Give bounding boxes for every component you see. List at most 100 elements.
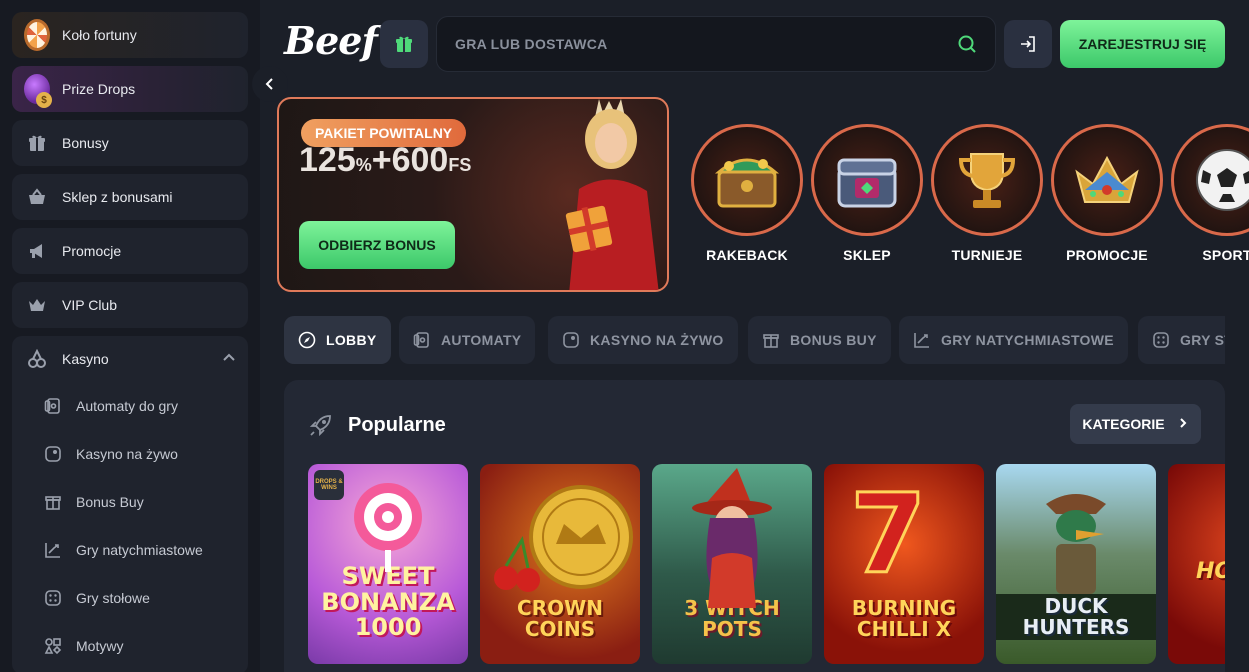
shop-chest-icon	[811, 124, 923, 236]
slot-cards-icon	[413, 331, 431, 349]
trophy-icon	[931, 124, 1043, 236]
sidebar-item-label: Prize Drops	[62, 81, 136, 97]
game-title: BURNING CHILLI X	[851, 596, 957, 641]
category-shop[interactable]: SKLEP	[811, 124, 923, 263]
sidebar-item-promotions[interactable]: Promocje	[12, 228, 248, 274]
categories-button-label: KATEGORIE	[1082, 416, 1165, 432]
gift-outline-icon	[762, 331, 780, 349]
sidebar-item-vip-club[interactable]: VIP Club	[12, 282, 248, 328]
category-label: RAKEBACK	[706, 247, 788, 263]
sidebar: Koło fortuny Prize Drops Bonusy Sklep z …	[0, 0, 260, 672]
sidebar-item-label: Sklep z bonusami	[62, 189, 173, 205]
game-title: DUCK HUNTERS	[996, 594, 1156, 640]
category-tournaments[interactable]: TURNIEJE	[931, 124, 1043, 263]
tab-instant-games[interactable]: GRY NATYCHMIASTOWE	[899, 316, 1128, 364]
game-title: CROWN COINS	[517, 596, 603, 641]
brand-logo[interactable]: Beef	[284, 18, 378, 63]
login-button[interactable]	[1004, 20, 1052, 68]
prize-drops-icon	[24, 74, 52, 108]
crown-icon	[24, 292, 50, 318]
claim-bonus-button[interactable]: ODBIERZ BONUS	[299, 221, 455, 269]
treasure-chest-icon	[691, 124, 803, 236]
sidebar-group-casino: Kasyno Automaty do gry Kasyno na żywo Bo…	[12, 336, 248, 672]
compass-icon	[298, 331, 316, 349]
sidebar-item-casino[interactable]: Kasyno	[12, 336, 248, 382]
tab-lobby[interactable]: LOBBY	[284, 316, 391, 364]
category-label: PROMOCJE	[1066, 247, 1148, 263]
sidebar-item-wheel-of-fortune[interactable]: Koło fortuny	[12, 12, 248, 58]
sidebar-item-bonus-shop[interactable]: Sklep z bonusami	[12, 174, 248, 220]
soccer-ball-icon	[1171, 124, 1249, 236]
game-title: HOT	[1196, 559, 1225, 584]
welcome-promo-banner[interactable]: PAKIET POWITALNY 125%+600FS ODBIERZ BONU…	[277, 97, 669, 292]
sidebar-subitem-live-casino[interactable]: Kasyno na żywo	[12, 430, 248, 478]
trend-up-icon	[913, 331, 931, 349]
cherries-icon	[24, 349, 50, 369]
sidebar-item-label: Koło fortuny	[62, 27, 137, 43]
gift-icon	[24, 130, 50, 156]
category-sport[interactable]: SPORT	[1171, 124, 1249, 263]
game-tile-duck-hunters[interactable]: DUCK HUNTERS	[996, 464, 1156, 664]
live-chip-icon	[42, 445, 64, 463]
chevron-right-icon	[1177, 416, 1189, 432]
sidebar-collapse-button[interactable]	[252, 66, 288, 102]
tab-label: LOBBY	[326, 332, 377, 348]
tab-live-casino[interactable]: KASYNO NA ŻYWO	[548, 316, 738, 364]
tab-label: AUTOMATY	[441, 332, 522, 348]
popular-header: Popularne	[308, 412, 446, 438]
sidebar-item-bonuses[interactable]: Bonusy	[12, 120, 248, 166]
gift-button[interactable]	[380, 20, 428, 68]
gift-outline-icon	[42, 493, 64, 511]
megaphone-icon	[24, 238, 50, 264]
sidebar-item-prize-drops[interactable]: Prize Drops	[12, 66, 248, 112]
sidebar-subitem-bonus-buy[interactable]: Bonus Buy	[12, 478, 248, 526]
tab-label: KASYNO NA ŻYWO	[590, 332, 724, 348]
sidebar-subitem-instant-games[interactable]: Gry natychmiastowe	[12, 526, 248, 574]
search-icon[interactable]	[957, 34, 977, 54]
cherries-image	[494, 536, 540, 592]
witch-image	[692, 468, 772, 608]
popular-section: Popularne KATEGORIE DROPS & WINS SWEET B…	[284, 380, 1225, 672]
game-tile-sweet-bonanza[interactable]: DROPS & WINS SWEET BONANZA 1000	[308, 464, 468, 664]
promo-amount: 125%+600FS	[299, 141, 472, 179]
login-icon	[1021, 36, 1035, 52]
lollipop-image	[354, 483, 422, 572]
seven-icon: 7	[849, 469, 929, 600]
sidebar-subitem-label: Kasyno na żywo	[76, 446, 178, 462]
tab-bonus-buy[interactable]: BONUS BUY	[748, 316, 891, 364]
casino-app: Koło fortuny Prize Drops Bonusy Sklep z …	[0, 0, 1249, 672]
tab-slots[interactable]: AUTOMATY	[399, 316, 536, 364]
sidebar-subitem-label: Bonus Buy	[76, 494, 144, 510]
game-tile-crown-coins[interactable]: CROWN COINS	[480, 464, 640, 664]
live-chip-icon	[562, 331, 580, 349]
sidebar-subitem-themes[interactable]: Motywy	[12, 622, 248, 670]
search-input[interactable]	[455, 36, 957, 52]
game-tile-burning-chilli-x[interactable]: 7 BURNING CHILLI X	[824, 464, 984, 664]
dice-icon	[42, 589, 64, 607]
sidebar-subitem-label: Gry stołowe	[76, 590, 150, 606]
sidebar-subitem-slots[interactable]: Automaty do gry	[12, 382, 248, 430]
tab-clip: GRY STOŁOWE	[1138, 316, 1225, 364]
tab-table-games[interactable]: GRY STOŁOWE	[1138, 316, 1225, 364]
gift-icon	[396, 36, 412, 52]
game-title: SWEET BONANZA 1000	[321, 562, 455, 641]
game-tile-hot[interactable]: HOT	[1168, 464, 1225, 664]
game-tile-3-witch-pots[interactable]: 3 WITCH POTS	[652, 464, 812, 664]
category-label: TURNIEJE	[951, 247, 1023, 263]
shapes-icon	[42, 637, 64, 655]
chevron-up-icon[interactable]	[222, 351, 236, 368]
trend-up-icon	[42, 541, 64, 559]
sidebar-subitem-label: Automaty do gry	[76, 398, 178, 414]
tab-label: GRY NATYCHMIASTOWE	[941, 332, 1114, 348]
sidebar-item-label: Bonusy	[62, 135, 109, 151]
sidebar-subitem-table-games[interactable]: Gry stołowe	[12, 574, 248, 622]
duck-hunter-image	[1046, 494, 1106, 594]
category-promotions[interactable]: PROMOCJE	[1051, 124, 1163, 263]
sidebar-item-label: Kasyno	[62, 351, 109, 367]
category-rakeback[interactable]: RAKEBACK	[691, 124, 803, 263]
categories-button[interactable]: KATEGORIE	[1070, 404, 1201, 444]
register-button[interactable]: ZAREJESTRUJ SIĘ	[1060, 20, 1225, 68]
tab-label: GRY STOŁOWE	[1180, 332, 1225, 348]
fortune-wheel-icon	[24, 19, 50, 51]
dice-icon	[1152, 331, 1170, 349]
